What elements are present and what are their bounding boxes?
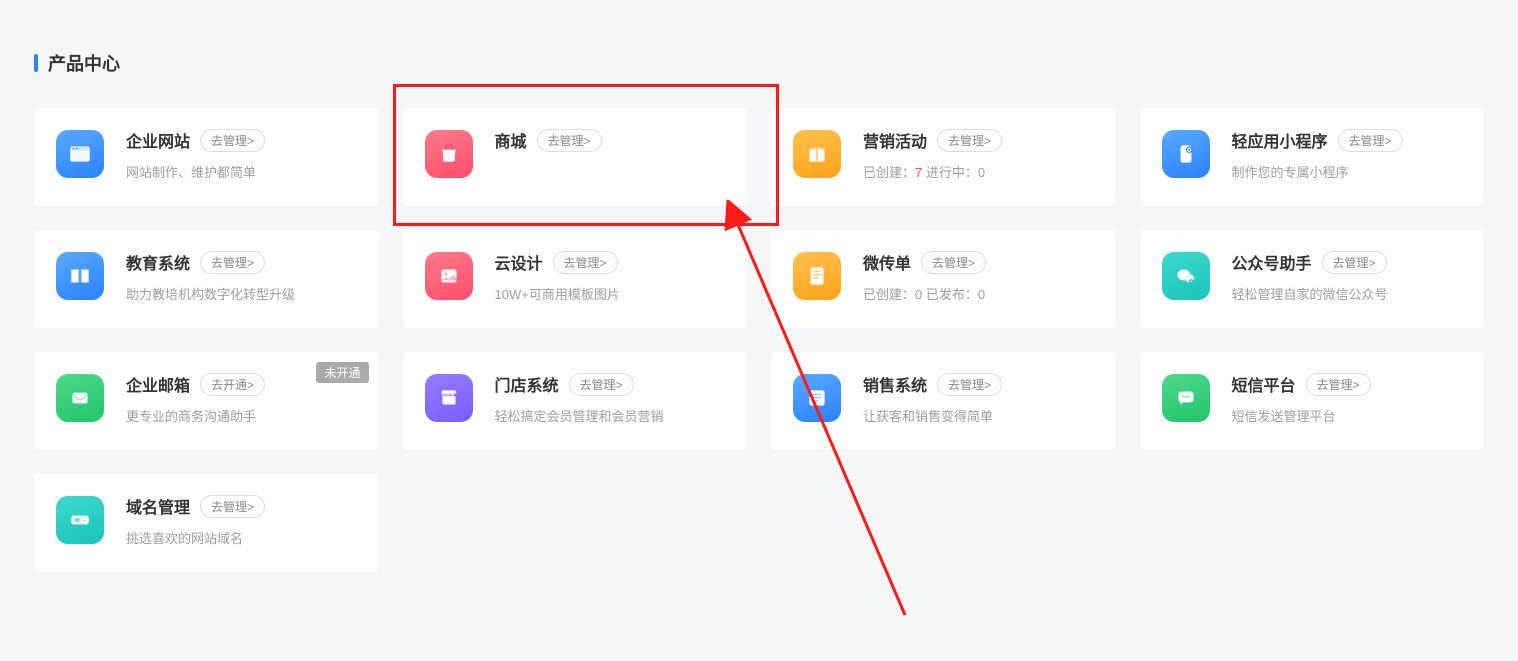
svg-text:W.: W. <box>75 518 82 524</box>
manage-button[interactable]: 去管理> <box>200 129 265 152</box>
manage-button[interactable]: 去管理> <box>1306 373 1371 396</box>
manage-button[interactable]: 去管理> <box>553 251 618 274</box>
card-desc: 更专业的商务沟通助手 <box>126 408 357 426</box>
section-title: 产品中心 <box>34 50 1484 76</box>
card-title: 轻应用小程序 <box>1232 128 1328 152</box>
card-desc: 网站制作、维护都简单 <box>126 164 357 182</box>
manage-button[interactable]: 去管理> <box>200 251 265 274</box>
card-enterprise-website[interactable]: 企业网站 去管理> 网站制作、维护都简单 <box>34 108 379 206</box>
card-title: 公众号助手 <box>1232 250 1312 274</box>
stat-value: 0 <box>978 165 985 180</box>
not-activated-badge: 未开通 <box>316 362 368 383</box>
activate-button[interactable]: 去开通> <box>200 373 265 396</box>
card-marketing[interactable]: 营销活动 去管理> 已创建：7 进行中：0 <box>771 108 1116 206</box>
card-desc: 让获客和销售变得简单 <box>863 408 1094 426</box>
card-store-system[interactable]: 门店系统 去管理> 轻松搞定会员管理和会员营销 <box>403 352 748 450</box>
gift-icon <box>793 130 841 178</box>
card-domain-management[interactable]: W. 域名管理 去管理> 挑选喜欢的网站域名 <box>34 474 379 572</box>
card-cloud-design[interactable]: 云设计 去管理> 10W+可商用模板图片 <box>403 230 748 328</box>
card-title: 教育系统 <box>126 250 190 274</box>
card-title: 销售系统 <box>863 372 927 396</box>
stat-value: 0 <box>978 287 985 302</box>
card-title: 企业网站 <box>126 128 190 152</box>
card-desc: 轻松管理自家的微信公众号 <box>1232 286 1463 304</box>
manage-button[interactable]: 去管理> <box>937 373 1002 396</box>
website-icon <box>56 130 104 178</box>
card-title: 营销活动 <box>863 128 927 152</box>
shopping-bag-icon <box>425 130 473 178</box>
wechat-icon <box>1162 252 1210 300</box>
card-desc: 轻松搞定会员管理和会员营销 <box>495 408 726 426</box>
card-desc: 已创建：7 进行中：0 <box>863 164 1094 182</box>
card-title: 门店系统 <box>495 372 559 396</box>
manage-button[interactable]: 去管理> <box>200 495 265 518</box>
card-sales-system[interactable]: 销售系统 去管理> 让获客和销售变得简单 <box>771 352 1116 450</box>
image-icon <box>425 252 473 300</box>
manage-button[interactable]: 去管理> <box>1338 129 1403 152</box>
chat-icon <box>1162 374 1210 422</box>
stat-label: 已创建： <box>863 287 915 302</box>
phone-app-icon <box>1162 130 1210 178</box>
stat-label: 已发布： <box>922 287 978 302</box>
document-icon <box>793 252 841 300</box>
card-enterprise-mail[interactable]: 未开通 企业邮箱 去开通> 更专业的商务沟通助手 <box>34 352 379 450</box>
card-education[interactable]: 教育系统 去管理> 助力教培机构数字化转型升级 <box>34 230 379 328</box>
card-flyer[interactable]: 微传单 去管理> 已创建：0 已发布：0 <box>771 230 1116 328</box>
section-title-text: 产品中心 <box>48 50 120 76</box>
card-desc: 10W+可商用模板图片 <box>495 286 726 304</box>
product-grid: 企业网站 去管理> 网站制作、维护都简单 商城 去管理> <box>34 108 1484 572</box>
card-title: 域名管理 <box>126 494 190 518</box>
card-desc: 挑选喜欢的网站域名 <box>126 530 357 548</box>
domain-icon: W. <box>56 496 104 544</box>
card-sms-platform[interactable]: 短信平台 去管理> 短信发送管理平台 <box>1140 352 1485 450</box>
store-icon <box>425 374 473 422</box>
card-title: 云设计 <box>495 250 543 274</box>
card-official-account[interactable]: 公众号助手 去管理> 轻松管理自家的微信公众号 <box>1140 230 1485 328</box>
title-bar-accent <box>34 54 38 72</box>
list-icon <box>793 374 841 422</box>
card-mall[interactable]: 商城 去管理> <box>403 108 748 206</box>
manage-button[interactable]: 去管理> <box>937 129 1002 152</box>
card-miniprogram[interactable]: 轻应用小程序 去管理> 制作您的专属小程序 <box>1140 108 1485 206</box>
manage-button[interactable]: 去管理> <box>537 129 602 152</box>
card-desc: 助力教培机构数字化转型升级 <box>126 286 357 304</box>
card-title: 短信平台 <box>1232 372 1296 396</box>
manage-button[interactable]: 去管理> <box>1322 251 1387 274</box>
book-icon <box>56 252 104 300</box>
stat-label: 已创建： <box>863 165 915 180</box>
card-title: 商城 <box>495 128 527 152</box>
card-title: 企业邮箱 <box>126 372 190 396</box>
card-title: 微传单 <box>863 250 911 274</box>
manage-button[interactable]: 去管理> <box>921 251 986 274</box>
card-desc: 已创建：0 已发布：0 <box>863 286 1094 304</box>
stat-label: 进行中： <box>922 165 978 180</box>
card-desc: 制作您的专属小程序 <box>1232 164 1463 182</box>
manage-button[interactable]: 去管理> <box>569 373 634 396</box>
envelope-icon <box>56 374 104 422</box>
card-desc: 短信发送管理平台 <box>1232 408 1463 426</box>
